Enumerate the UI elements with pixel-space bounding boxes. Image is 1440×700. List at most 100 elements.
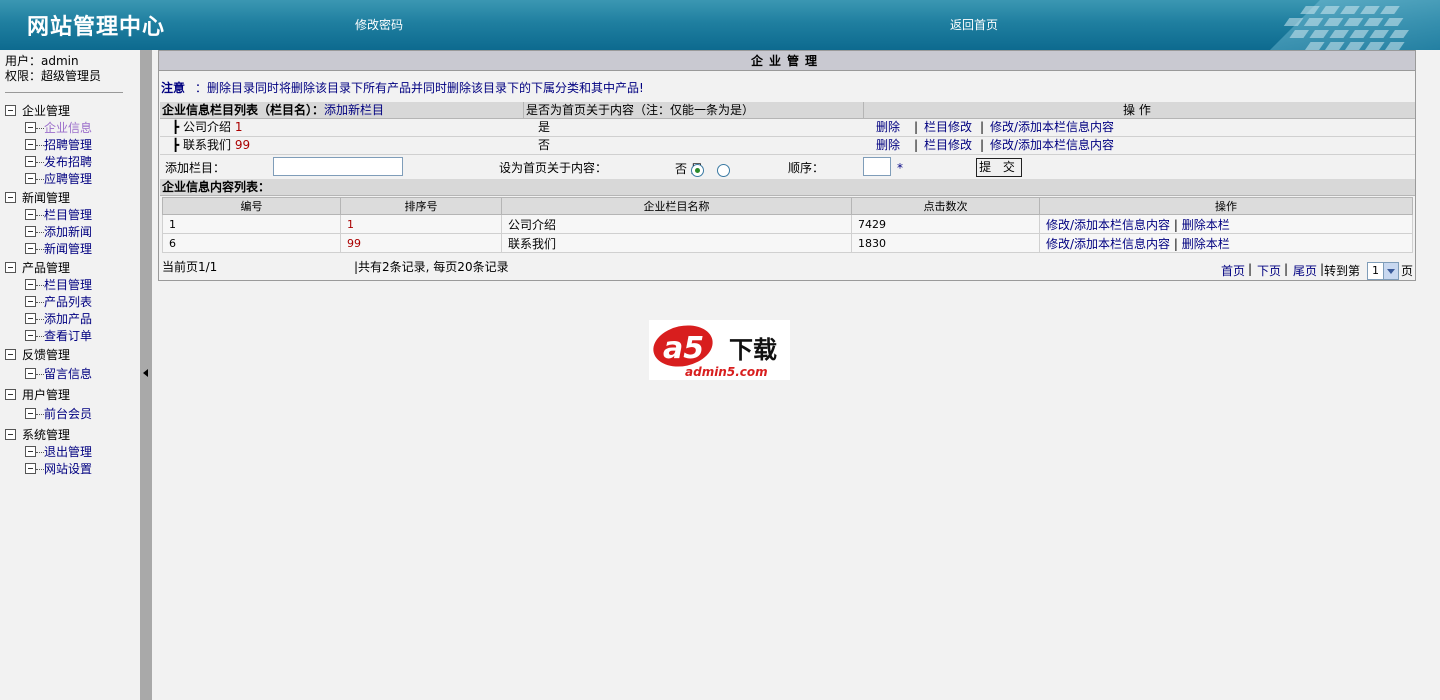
item-label: 退出管理 — [44, 445, 93, 459]
first-page-link[interactable]: 首页 — [1221, 262, 1245, 279]
edit-content-link[interactable]: 修改/添加本栏信息内容 — [1046, 218, 1170, 232]
sidebar-item-recruit-manage[interactable]: 招聘管理 — [25, 136, 92, 153]
delete-column-link[interactable]: 删除本栏 — [1182, 218, 1230, 232]
sidebar-item-messages[interactable]: 留言信息 — [25, 365, 92, 382]
collapse-icon[interactable] — [5, 349, 16, 360]
keyboard-decoration-icon — [1270, 0, 1440, 50]
actions-column-header: 操 作 — [1123, 103, 1151, 117]
collapse-icon — [25, 122, 36, 133]
delete-column-link[interactable]: 删除本栏 — [1182, 237, 1230, 251]
sidebar-group-system[interactable]: 系统管理 — [5, 426, 70, 443]
separator: | — [914, 138, 919, 152]
collapse-icon[interactable] — [5, 105, 16, 116]
next-page-link[interactable]: 下页 — [1257, 262, 1281, 279]
last-page-link[interactable]: 尾页 — [1293, 262, 1317, 279]
table-row: 1 1 公司介绍 7429 修改/添加本栏信息内容 | 删除本栏 — [162, 214, 1413, 234]
sidebar-group-users[interactable]: 用户管理 — [5, 386, 70, 403]
cell-actions: 修改/添加本栏信息内容 | 删除本栏 — [1039, 233, 1413, 253]
cell-id: 6 — [162, 233, 341, 253]
option-no-label: 否 — [675, 162, 688, 176]
chevron-down-icon — [1383, 263, 1398, 279]
content-list-title-bar: 企业信息内容列表： — [160, 179, 1415, 196]
item-label: 栏目管理 — [44, 208, 93, 222]
group-label: 用户管理 — [22, 388, 71, 402]
item-label: 招聘管理 — [44, 138, 93, 152]
change-password-link[interactable]: 修改密码 — [355, 16, 403, 33]
sidebar-item-add-product[interactable]: 添加产品 — [25, 310, 92, 327]
sidebar-divider — [5, 92, 123, 93]
col-divider — [523, 102, 524, 119]
submit-button[interactable]: 提 交 — [976, 158, 1022, 177]
item-label: 产品列表 — [44, 295, 93, 309]
sidebar-item-logout-manage[interactable]: 退出管理 — [25, 443, 92, 460]
add-category-label: 添加栏目： — [165, 161, 226, 175]
order-input[interactable] — [863, 157, 891, 176]
user-info: 用户：admin 权限：超级管理员 — [5, 54, 101, 84]
collapse-icon — [25, 313, 36, 324]
collapse-icon — [25, 243, 36, 254]
collapse-icon[interactable] — [5, 262, 16, 273]
record-summary: |共有2条记录, 每页20条记录 — [354, 260, 509, 274]
sidebar-item-enterprise-info[interactable]: 企业信息 — [25, 119, 92, 136]
delete-link[interactable]: 删除 — [876, 119, 900, 136]
notice: 注意 ：删除目录同时将删除该目录下所有产品并同时删除该目录下的下属分类和其中产品! — [161, 79, 644, 96]
cell-actions: 修改/添加本栏信息内容 | 删除本栏 — [1039, 214, 1413, 234]
sidebar-item-product-category[interactable]: 栏目管理 — [25, 276, 92, 293]
collapse-icon[interactable] — [5, 389, 16, 400]
add-category-form: 添加栏目： 设为首页关于内容： 否 是 顺序： * 提 交 — [160, 155, 1415, 179]
sidebar-item-news-category[interactable]: 栏目管理 — [25, 206, 92, 223]
sidebar-item-applicants[interactable]: 应聘管理 — [25, 170, 92, 187]
sidebar-group-enterprise[interactable]: 企业管理 — [5, 102, 70, 119]
collapse-icon — [25, 226, 36, 237]
sidebar-item-product-list[interactable]: 产品列表 — [25, 293, 92, 310]
item-label: 添加新闻 — [44, 225, 93, 239]
radio-no[interactable] — [690, 164, 704, 177]
separator: | — [1284, 262, 1289, 276]
sidebar-splitter[interactable] — [140, 50, 152, 700]
category-name-input[interactable] — [273, 157, 403, 176]
collapse-icon — [25, 368, 36, 379]
edit-category-link[interactable]: 栏目修改 — [924, 119, 972, 136]
sidebar-item-add-news[interactable]: 添加新闻 — [25, 223, 92, 240]
sidebar-item-post-recruit[interactable]: 发布招聘 — [25, 153, 92, 170]
category-name: ┣ 公司介绍 1 — [172, 120, 243, 134]
group-label: 系统管理 — [22, 428, 71, 442]
delete-link[interactable]: 删除 — [876, 137, 900, 154]
edit-content-link[interactable]: 修改/添加本栏信息内容 — [1046, 237, 1170, 251]
collapse-icon[interactable] — [5, 192, 16, 203]
radio-yes[interactable] — [716, 164, 730, 177]
sidebar-item-news-manage[interactable]: 新闻管理 — [25, 240, 92, 257]
svg-text:下载: 下载 — [729, 336, 777, 364]
category-list-header: 企业信息栏目列表（栏目名）：添加新栏目 是否为首页关于内容（注：仅能一条为是） … — [160, 102, 1415, 119]
sidebar-group-products[interactable]: 产品管理 — [5, 259, 70, 276]
page-select[interactable]: 1 — [1367, 262, 1399, 280]
sidebar-item-site-settings[interactable]: 网站设置 — [25, 460, 92, 477]
sidebar-group-news[interactable]: 新闻管理 — [5, 189, 70, 206]
edit-category-link[interactable]: 栏目修改 — [924, 137, 972, 154]
cell-name: 联系我们 — [501, 233, 852, 253]
add-category-link[interactable]: 添加新栏目 — [324, 103, 384, 117]
list-title: 企业信息栏目列表（栏目名）：添加新栏目 — [162, 102, 384, 118]
collapse-icon — [25, 279, 36, 290]
sidebar-group-feedback[interactable]: 反馈管理 — [5, 346, 70, 363]
item-label: 发布招聘 — [44, 155, 93, 169]
sidebar-item-view-orders[interactable]: 查看订单 — [25, 327, 92, 344]
collapse-left-icon[interactable] — [143, 369, 148, 377]
category-is-home: 是 — [538, 120, 551, 134]
page-select-value: 1 — [1372, 264, 1379, 277]
user-name: 用户：admin — [5, 54, 79, 68]
edit-content-link[interactable]: 修改/添加本栏信息内容 — [990, 137, 1114, 154]
top-header: 网站管理中心 修改密码 返回首页 — [0, 0, 1440, 50]
edit-content-link[interactable]: 修改/添加本栏信息内容 — [990, 119, 1114, 136]
separator: | — [914, 120, 919, 134]
collapse-icon — [25, 296, 36, 307]
page-suffix: 页 — [1401, 264, 1414, 278]
return-home-link[interactable]: 返回首页 — [950, 16, 998, 33]
required-mark: * — [897, 161, 903, 175]
separator: | — [980, 120, 985, 134]
collapse-icon — [25, 209, 36, 220]
collapse-icon[interactable] — [5, 429, 16, 440]
group-label: 新闻管理 — [22, 191, 71, 205]
sidebar-item-members[interactable]: 前台会员 — [25, 405, 92, 422]
category-row: ┣ 联系我们 99 否 删除 | 栏目修改 | 修改/添加本栏信息内容 — [160, 137, 1415, 155]
